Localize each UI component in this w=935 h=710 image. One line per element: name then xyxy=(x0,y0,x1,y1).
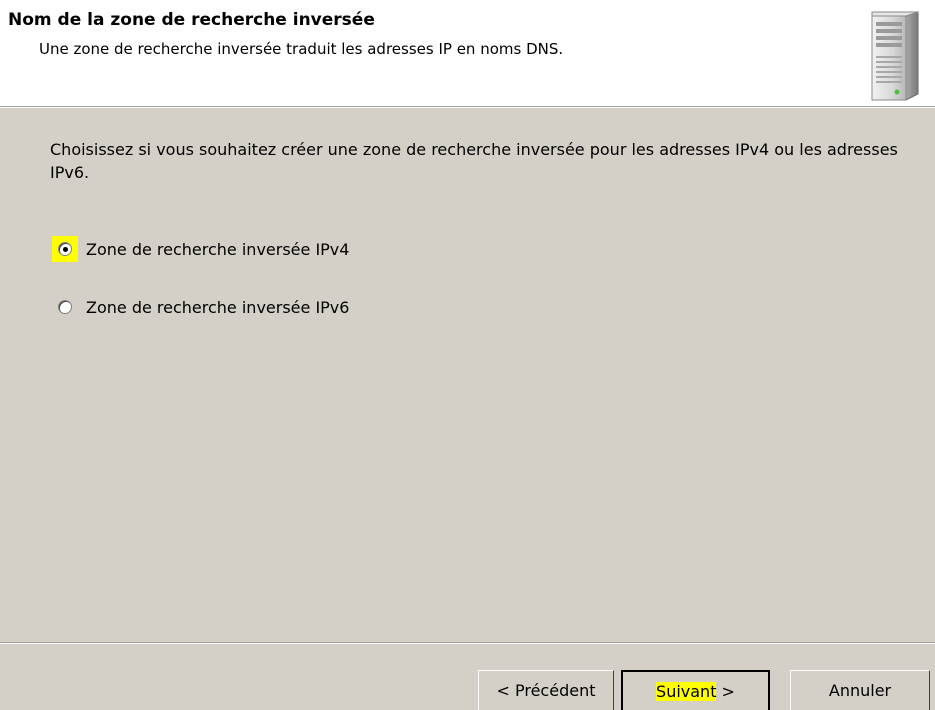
next-button-label-rest: > xyxy=(716,681,735,701)
radio-circle-unselected xyxy=(58,300,72,314)
page-subtitle: Une zone de recherche inversée traduit l… xyxy=(39,40,564,58)
radio-label-ipv6[interactable]: Zone de recherche inversée IPv6 xyxy=(86,298,349,317)
server-icon xyxy=(871,11,919,101)
radio-circle-selected xyxy=(58,242,72,256)
page-title: Nom de la zone de recherche inversée xyxy=(8,10,375,30)
radio-selected-dot xyxy=(62,246,68,252)
radio-label-ipv4[interactable]: Zone de recherche inversée IPv4 xyxy=(86,240,349,259)
next-button[interactable]: Suivant > xyxy=(621,670,770,710)
radio-ipv6-zone[interactable]: Zone de recherche inversée IPv6 xyxy=(52,294,349,320)
wizard-header: Nom de la zone de recherche inversée Une… xyxy=(0,0,935,106)
radio-button-ipv4[interactable] xyxy=(52,236,78,262)
radio-ipv4-zone[interactable]: Zone de recherche inversée IPv4 xyxy=(52,236,349,262)
back-button[interactable]: < Précédent xyxy=(478,670,614,710)
cancel-button-label: Annuler xyxy=(828,681,892,700)
instruction-text: Choisissez si vous souhaitez créer une z… xyxy=(50,140,898,182)
cancel-button[interactable]: Annuler xyxy=(790,670,930,710)
back-button-label: < Précédent xyxy=(496,681,596,700)
radio-button-ipv6[interactable] xyxy=(52,294,78,320)
next-button-label-highlight: Suivant xyxy=(656,681,717,701)
